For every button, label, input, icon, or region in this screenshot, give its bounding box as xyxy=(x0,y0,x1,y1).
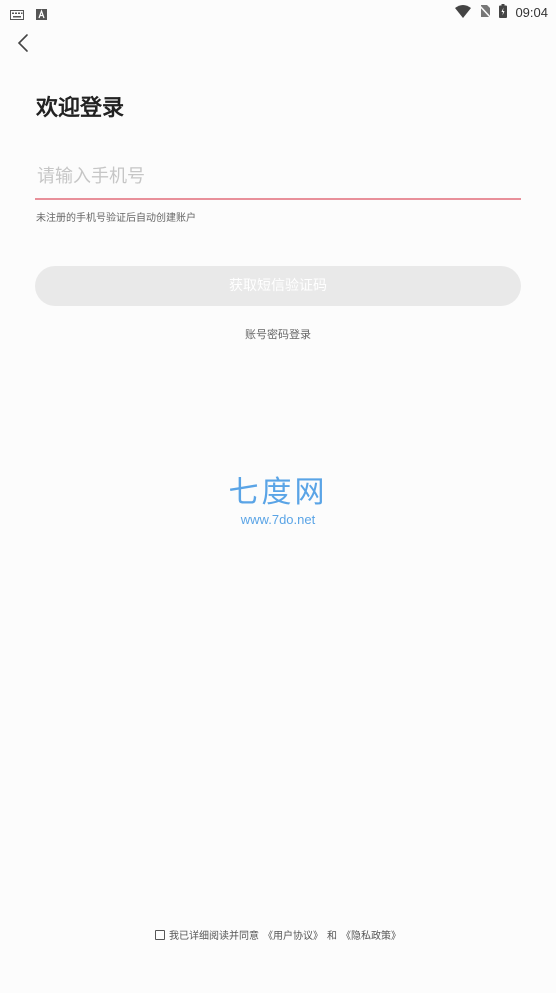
agreement-and: 和 xyxy=(327,931,337,942)
agreement-prefix: 我已详细阅读并同意 xyxy=(169,931,259,942)
agreement-checkbox[interactable] xyxy=(155,929,165,940)
page-title: 欢迎登录 xyxy=(36,96,125,121)
register-hint: 未注册的手机号验证后自动创建账户 xyxy=(36,213,196,224)
no-sim-icon xyxy=(478,3,493,22)
status-bar: 09:04 xyxy=(0,0,556,24)
battery-icon xyxy=(499,3,508,22)
chevron-left-icon xyxy=(17,33,29,57)
wifi-icon xyxy=(455,3,472,22)
privacy-policy-link[interactable]: 《隐私政策》 xyxy=(341,927,401,942)
a-icon xyxy=(36,5,47,24)
agreement-row: 我已详细阅读并同意 《用户协议》 和 《隐私政策》 xyxy=(0,927,556,942)
back-button[interactable] xyxy=(12,32,34,58)
watermark: 七度网 www.7do.net xyxy=(0,467,556,527)
watermark-name: 七度网 xyxy=(228,475,328,510)
get-sms-code-button[interactable]: 获取短信验证码 xyxy=(35,266,521,306)
phone-input[interactable] xyxy=(35,158,521,200)
password-login-link[interactable]: 账号密码登录 xyxy=(0,326,556,342)
user-agreement-link[interactable]: 《用户协议》 xyxy=(263,927,323,942)
keyboard-icon xyxy=(10,5,24,24)
status-time: 09:04 xyxy=(515,5,548,20)
watermark-url: www.7do.net xyxy=(240,512,316,527)
